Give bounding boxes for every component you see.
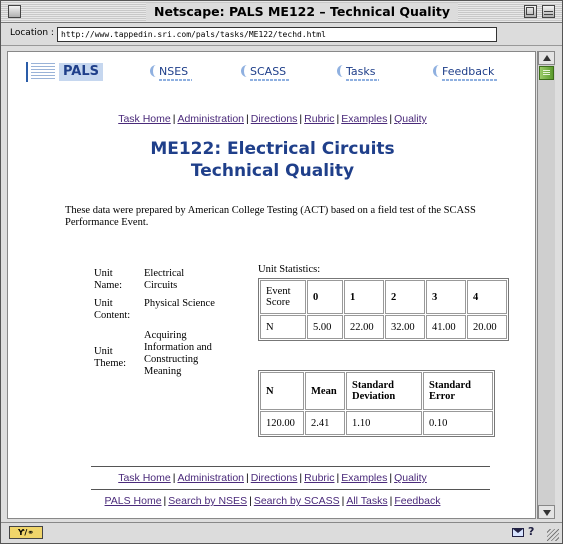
table-cell: 22.00 [344,315,384,339]
logo-text: PALS [59,63,103,81]
link-quality[interactable]: Quality [394,113,427,125]
table-header-cell: 2 [385,280,425,314]
table-header-cell: Standard Error [423,372,493,410]
footer-link-search-scass[interactable]: Search by SCASS [254,495,340,507]
status-bar: Ƴ/⚭ ? [1,522,562,543]
table-cell: 5.00 [307,315,343,339]
table-header-cell: 0 [307,280,343,314]
pals-logo[interactable]: PALS [26,62,110,83]
nav-tab-label: Feedback [442,65,495,78]
table-header-cell: Standard Deviation [346,372,422,410]
footer-site-links: PALS Home | Search by NSES | Search by SCASS… [104,495,441,507]
table-header-cell: N [260,372,304,410]
footer-link-quality[interactable]: Quality [394,472,427,484]
location-label: Location : [10,28,54,38]
task-nav-links: Task Home | Administration | Directions | Rubr… [118,113,427,125]
unit-theme-value: Acquiring Information and Constructing M… [144,330,212,377]
table-header-cell: Mean [305,372,345,410]
page-title-line2: Technical Quality [190,161,355,181]
footer-link-examples[interactable]: Examples [341,472,387,484]
url-field[interactable]: http://www.tappedin.sri.com/pals/tasks/M… [57,27,497,42]
footer-link-directions[interactable]: Directions [251,472,298,484]
footer-link-pals-home[interactable]: PALS Home [105,495,162,507]
tab-underline [250,79,291,81]
footer-link-rubric[interactable]: Rubric [304,472,334,484]
title-bar[interactable]: Netscape: PALS ME122 – Technical Quality [1,1,562,23]
footer-link-task-home[interactable]: Task Home [118,472,171,484]
help-icon[interactable]: ? [528,525,534,538]
link-examples[interactable]: Examples [341,113,387,125]
logo-emblem-icon [31,63,55,81]
footer-link-search-nses[interactable]: Search by NSES [168,495,247,507]
divider [91,489,490,490]
link-rubric[interactable]: Rubric [304,113,334,125]
table-header-row: Event Score 0 1 2 3 4 [260,280,507,314]
close-box-icon[interactable] [8,5,21,18]
logo-bar-icon [26,62,28,82]
scroll-down-arrow-icon[interactable] [538,505,555,519]
table-cell: 0.10 [423,411,493,435]
unit-content-value: Physical Science [144,298,215,309]
summary-statistics-table: N Mean Standard Deviation Standard Error… [258,370,495,437]
page-title-line1: ME122: Electrical Circuits [150,139,395,159]
table-cell: 41.00 [426,315,466,339]
table-header-cell: 3 [426,280,466,314]
tab-underline [159,79,193,81]
security-status-badge[interactable]: Ƴ/⚭ [9,526,43,539]
table-header-row: N Mean Standard Deviation Standard Error [260,372,493,410]
footer-link-administration[interactable]: Administration [177,472,244,484]
tab-curve-icon [337,65,344,77]
nav-tab-nses[interactable]: NSES [150,65,193,81]
nav-tab-tasks[interactable]: Tasks [337,65,380,81]
nav-tab-label: NSES [159,65,189,78]
footer-task-links: Task Home | Administration | Directions | Rubr… [118,472,427,484]
unit-statistics-caption: Unit Statistics: [258,264,321,275]
tab-underline [346,79,380,81]
score-distribution-table: Event Score 0 1 2 3 4 N 5.00 22.00 32.00… [258,278,509,341]
link-directions[interactable]: Directions [251,113,298,125]
table-header-cell: 1 [344,280,384,314]
table-cell: 120.00 [260,411,304,435]
divider [91,466,490,467]
table-cell: N [260,315,306,339]
nav-tab-feedback[interactable]: Feedback [433,65,499,81]
mail-icon[interactable] [512,528,524,537]
table-cell: 20.00 [467,315,507,339]
vertical-scrollbar[interactable] [537,51,555,519]
table-cell: 1.10 [346,411,422,435]
table-cell: 2.41 [305,411,345,435]
tab-curve-icon [241,65,248,77]
page-content: PALS NSES SCASS Tasks Feedback Task Home… [7,51,536,519]
table-row: N 5.00 22.00 32.00 41.00 20.00 [260,315,507,339]
browser-window: Netscape: PALS ME122 – Technical Quality… [0,0,563,544]
page-title: ME122: Electrical Circuits Technical Qua… [8,138,535,182]
tab-curve-icon [433,65,440,77]
table-header-cell: 4 [467,280,507,314]
table-header-cell: Event Score [260,280,306,314]
unit-theme-label: Unit Theme: [94,346,127,369]
tab-underline [442,79,499,81]
unit-name-label: Unit Name: [94,268,122,291]
link-task-home[interactable]: Task Home [118,113,171,125]
intro-paragraph: These data were prepared by American Col… [65,205,476,228]
location-bar: Location : http://www.tappedin.sri.com/p… [1,24,562,46]
collapse-box-icon[interactable] [542,5,555,18]
window-title: Netscape: PALS ME122 – Technical Quality [146,3,458,21]
footer-link-all-tasks[interactable]: All Tasks [346,495,387,507]
footer-link-feedback[interactable]: Feedback [394,495,440,507]
table-row: 120.00 2.41 1.10 0.10 [260,411,493,435]
unit-content-label: Unit Content: [94,298,131,321]
scroll-thumb[interactable] [539,66,554,80]
link-administration[interactable]: Administration [177,113,244,125]
nav-tab-scass[interactable]: SCASS [241,65,291,81]
nav-tab-label: Tasks [346,65,376,78]
resize-grip-icon[interactable] [547,529,559,541]
scroll-up-arrow-icon[interactable] [538,51,555,65]
nav-tab-label: SCASS [250,65,287,78]
tab-curve-icon [150,65,157,77]
table-cell: 32.00 [385,315,425,339]
zoom-box-icon[interactable] [524,5,537,18]
unit-name-value: Electrical Circuits [144,268,185,291]
